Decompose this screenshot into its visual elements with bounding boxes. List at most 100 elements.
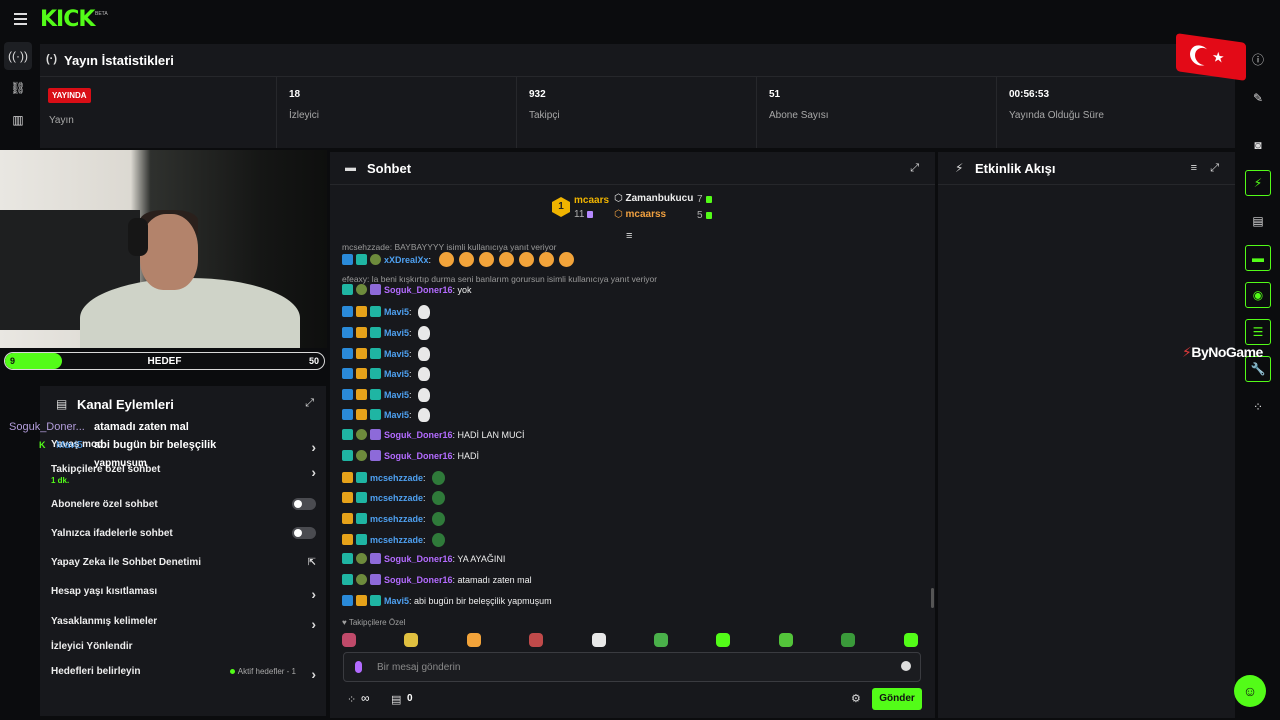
chat-username[interactable]: Mavi5	[384, 328, 409, 338]
user-badge-icon	[370, 368, 381, 379]
account-age-row[interactable]: Hesap yaşı kısıtlaması ›	[51, 586, 316, 606]
user-badge-icon	[356, 450, 367, 461]
list-panel-icon[interactable]: ☰	[1245, 319, 1271, 345]
pencil-icon[interactable]: ✎	[1245, 85, 1271, 111]
stat-value: 51	[769, 89, 781, 100]
duck-emote-icon	[418, 388, 431, 402]
chat-title: Sohbet	[367, 161, 412, 176]
chevron-right-icon: ›	[311, 464, 316, 480]
followers-only-duration: 1 dk.	[51, 476, 70, 485]
emoji-picker-icon[interactable]	[901, 661, 911, 671]
user-badge-icon	[342, 472, 353, 483]
quick-emote-button[interactable]	[903, 633, 918, 647]
chat-username[interactable]: mcsehzzade	[370, 535, 423, 545]
frog-emote-icon	[432, 533, 446, 547]
chat-icon[interactable]: ▬	[1245, 245, 1271, 271]
chat-username[interactable]: Soguk_Doner16	[384, 430, 453, 440]
lightning-icon[interactable]: ⚡	[1245, 170, 1271, 196]
quick-emote-button[interactable]	[529, 633, 544, 647]
ai-moderation-row[interactable]: Yapay Zeka ile Sohbet Denetimi ⇱	[51, 557, 316, 577]
broadcast-icon[interactable]: ((·))	[4, 42, 32, 70]
user-badge-icon	[356, 534, 367, 545]
quick-emote-button[interactable]	[778, 633, 793, 647]
chat-username[interactable]: mcsehzzade	[370, 493, 423, 503]
chat-message: Mavi5:	[342, 408, 431, 424]
stat-followers: 932 Takipçi	[517, 77, 757, 148]
chat-username[interactable]: xXDrealXx	[384, 255, 429, 265]
popout-icon[interactable]: ⤢	[1210, 162, 1219, 175]
chat-username[interactable]: Mavi5	[384, 410, 409, 420]
broadcast-icon: (·)	[46, 53, 57, 65]
gifter-name[interactable]: ⬡ Zamanbukucu	[614, 193, 693, 204]
camera-icon[interactable]: ◙	[1245, 132, 1271, 158]
chevron-right-icon: ›	[311, 666, 316, 682]
link-icon[interactable]: ⛓	[4, 74, 32, 102]
user-badge-icon	[356, 254, 367, 265]
chat-message: Mavi5:	[342, 347, 431, 363]
chat-settings-icon[interactable]: ⚙	[851, 692, 861, 705]
host-row[interactable]: İzleyici Yönlendir	[51, 641, 316, 661]
chat-username[interactable]: Mavi5	[384, 390, 409, 400]
help-chat-button[interactable]: ☺	[1234, 675, 1266, 707]
user-badge-icon	[356, 429, 367, 440]
chat-input[interactable]: Bir mesaj gönderin	[343, 652, 921, 682]
popout-icon[interactable]: ⤢	[910, 162, 919, 175]
document-icon[interactable]: ▤	[1245, 208, 1271, 234]
quick-emote-button[interactable]	[404, 633, 419, 647]
filter-icon[interactable]: ≡	[1191, 162, 1197, 174]
top-gifter-name[interactable]: mcaars	[574, 195, 609, 206]
chat-username[interactable]: Soguk_Doner16	[384, 575, 453, 585]
quick-emote-button[interactable]	[591, 633, 606, 647]
gift-icon[interactable]: ▤	[391, 693, 401, 706]
points-icon[interactable]: ⁘	[347, 693, 356, 706]
chat-username[interactable]: Mavi5	[384, 349, 409, 359]
chat-bubble-icon: ▬	[345, 162, 356, 174]
followers-only-row[interactable]: Takipçilere özel sohbet ›	[51, 464, 316, 484]
chat-scrollbar[interactable]	[931, 588, 934, 608]
emote-icon	[438, 252, 454, 267]
chat-username[interactable]: Soguk_Doner16	[384, 451, 453, 461]
user-badge-icon	[342, 306, 353, 317]
collapse-leaderboard-icon[interactable]: ≡	[626, 230, 632, 242]
chat-username[interactable]: Soguk_Doner16	[384, 285, 453, 295]
emote-icon	[458, 252, 474, 267]
subscribers-only-toggle[interactable]	[292, 498, 316, 510]
kick-logo[interactable]: KICK	[40, 7, 95, 32]
chevron-right-icon: ›	[311, 586, 316, 602]
puzzle-icon[interactable]: ⁘	[1245, 394, 1271, 420]
user-badge-icon	[370, 595, 381, 606]
chat-username[interactable]: mcsehzzade	[370, 514, 423, 524]
chat-username[interactable]: Mavi5	[384, 369, 409, 379]
followers-only-label: ♥ Takipçilere Özel	[342, 618, 406, 627]
user-badge-icon	[356, 327, 367, 338]
broadcast-panel-icon[interactable]: ◉	[1245, 282, 1271, 308]
quick-emote-button[interactable]	[716, 633, 731, 647]
chat-username[interactable]: mcsehzzade	[370, 473, 423, 483]
quick-emote-button[interactable]	[841, 633, 856, 647]
user-badge-icon	[342, 327, 353, 338]
quick-emote-button[interactable]	[466, 633, 481, 647]
user-badge-icon	[342, 553, 353, 564]
menu-icon[interactable]	[14, 13, 27, 25]
overlay-chat-name: Soguk_Doner...	[9, 421, 85, 433]
chat-username[interactable]: Mavi5	[384, 307, 409, 317]
reply-context: mcsehzzade: BAYBAYYYY isimli kullanıcıya…	[342, 242, 557, 252]
emotes-only-toggle[interactable]	[292, 527, 316, 539]
duck-emote-icon	[418, 408, 431, 422]
set-goals-row[interactable]: Hedefleri belirleyin Aktif hedefler - 1 …	[51, 666, 316, 686]
popout-icon[interactable]: ⤢	[305, 397, 314, 410]
microphone-icon[interactable]	[355, 661, 362, 673]
banned-words-row[interactable]: Yasaklanmış kelimeler ›	[51, 616, 316, 636]
separator: :	[409, 328, 415, 338]
send-button[interactable]: Gönder	[872, 688, 922, 710]
gifter-name[interactable]: ⬡ mcaarss	[614, 209, 666, 220]
info-icon[interactable]: ⓘ	[1245, 47, 1271, 73]
chat-username[interactable]: Soguk_Doner16	[384, 554, 453, 564]
user-badge-icon	[342, 409, 353, 420]
user-badge-icon	[356, 368, 367, 379]
quick-emote-button[interactable]	[654, 633, 668, 647]
chat-username[interactable]: Mavi5	[384, 596, 409, 606]
quick-emote-button[interactable]	[342, 633, 356, 647]
stat-label: Abone Sayısı	[769, 110, 829, 121]
chart-icon[interactable]: ▥	[4, 106, 32, 134]
